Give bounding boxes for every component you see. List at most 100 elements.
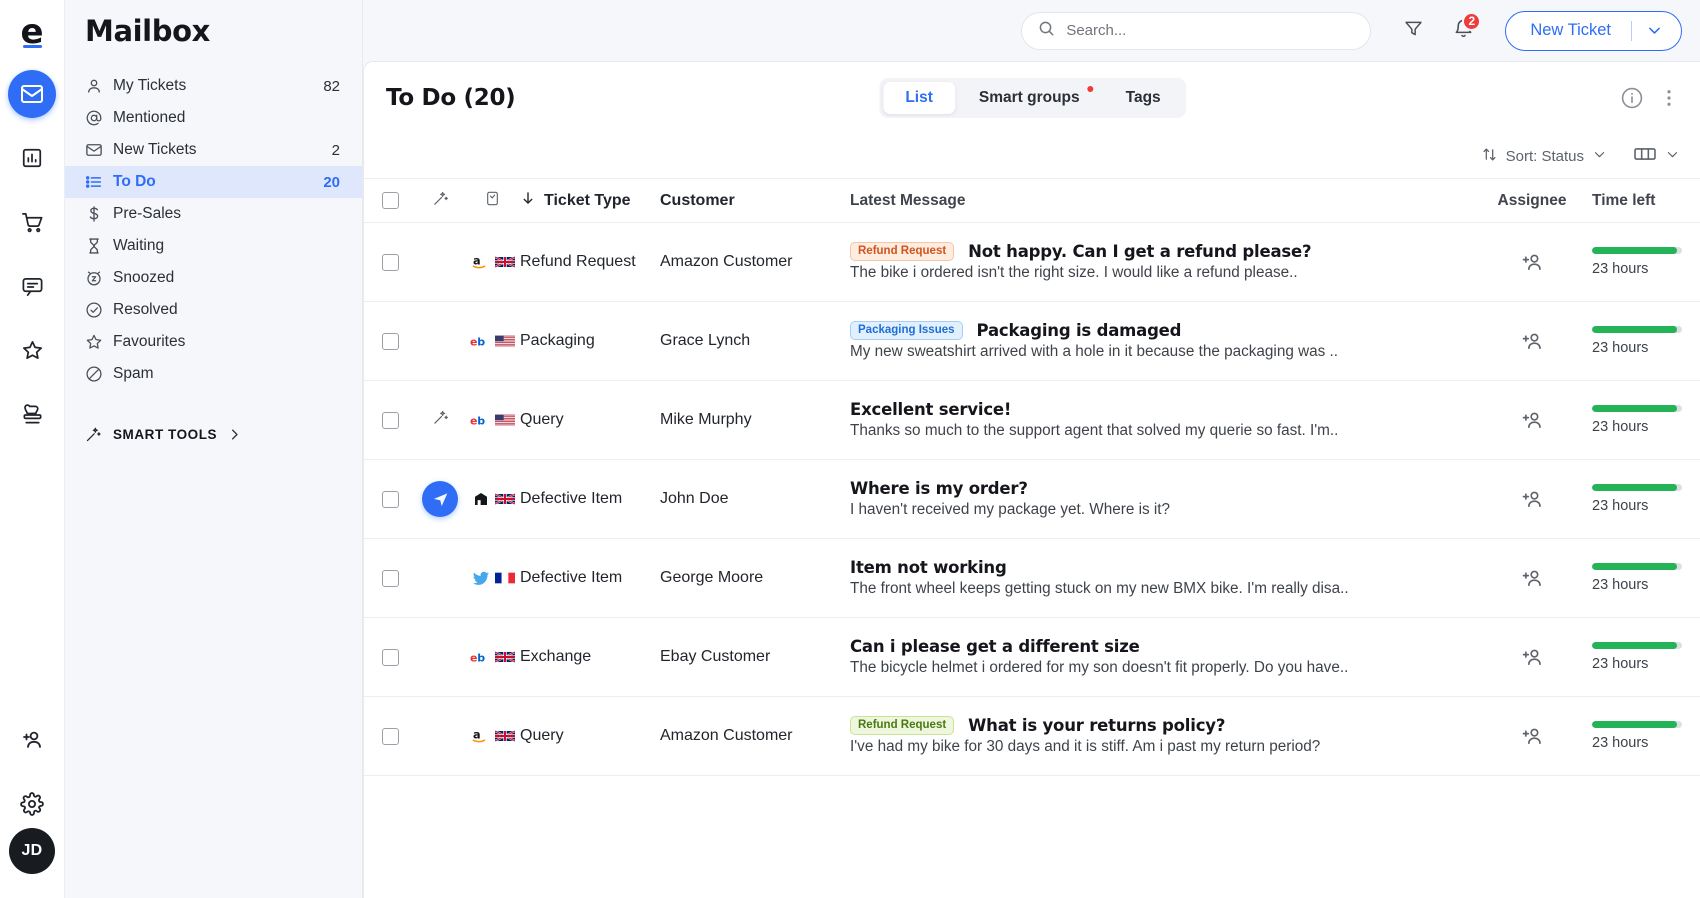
sla-progress: 23 hours bbox=[1592, 563, 1682, 593]
notifications-button[interactable]: 2 bbox=[1443, 11, 1483, 51]
row-assignee-cell bbox=[1472, 409, 1592, 432]
row-subject: Can i please get a different size bbox=[850, 637, 1140, 656]
smart-tools-button[interactable]: SMART TOOLS bbox=[65, 418, 362, 450]
row-checkbox[interactable] bbox=[381, 411, 399, 429]
row-select-cell bbox=[364, 411, 416, 429]
magic-wand-icon[interactable] bbox=[432, 409, 449, 431]
content-panel: To Do (20) List Smart groups Tags Sort: … bbox=[363, 61, 1700, 898]
sla-progress-track bbox=[1592, 642, 1682, 649]
svg-text:b: b bbox=[477, 414, 485, 427]
rail-item-mail[interactable] bbox=[8, 70, 56, 118]
table-row[interactable]: a Query Amazon Customer Refund Request W… bbox=[364, 697, 1700, 776]
row-checkbox[interactable] bbox=[381, 253, 399, 271]
list-toolbar: Sort: Status bbox=[364, 134, 1700, 178]
search-box[interactable] bbox=[1021, 11, 1372, 50]
search-input[interactable] bbox=[1066, 22, 1355, 39]
table-row[interactable]: Defective Item George Moore Item not wor… bbox=[364, 539, 1700, 618]
table-row[interactable]: eb Exchange Ebay Customer Can i please g… bbox=[364, 618, 1700, 697]
row-checkbox[interactable] bbox=[381, 490, 399, 508]
row-action-cell bbox=[416, 409, 464, 431]
time-left-label: 23 hours bbox=[1592, 261, 1649, 277]
assign-user-icon[interactable] bbox=[1521, 646, 1544, 669]
row-checkbox[interactable] bbox=[381, 332, 399, 350]
row-channel-cell: a bbox=[464, 727, 520, 745]
sidebar-item-new-tickets[interactable]: New Tickets 2 bbox=[65, 134, 362, 166]
sidebar-item-spam[interactable]: Spam bbox=[65, 358, 362, 390]
sidebar-item-mentioned[interactable]: Mentioned bbox=[65, 102, 362, 134]
sidebar-item-my-tickets[interactable]: My Tickets 82 bbox=[65, 70, 362, 102]
avatar[interactable]: JD bbox=[9, 828, 55, 874]
rail-item-invite[interactable] bbox=[8, 716, 56, 764]
header-tag-cell bbox=[464, 190, 520, 212]
page-title: Mailbox bbox=[85, 14, 210, 48]
twitter-icon bbox=[470, 569, 492, 587]
header-latest-message[interactable]: Latest Message bbox=[850, 192, 1472, 210]
row-message-head: Where is my order? bbox=[850, 479, 1456, 498]
tab-smart-groups[interactable]: Smart groups bbox=[957, 82, 1102, 114]
header-ticket-type[interactable]: Ticket Type bbox=[520, 190, 660, 211]
table-row[interactable]: eb Query Mike Murphy Excellent service! … bbox=[364, 381, 1700, 460]
sidebar: Mailbox My Tickets 82 Mentioned New Tick… bbox=[65, 0, 363, 898]
select-all-cell bbox=[364, 192, 416, 209]
header-assignee[interactable]: Assignee bbox=[1472, 192, 1592, 210]
sort-arrow-down-icon bbox=[520, 190, 536, 211]
row-message-head: Item not working bbox=[850, 558, 1456, 577]
user-icon bbox=[85, 77, 113, 95]
row-message: Refund Request Not happy. Can I get a re… bbox=[850, 241, 1472, 283]
select-all-checkbox[interactable] bbox=[381, 192, 399, 209]
rail-item-chat[interactable] bbox=[8, 262, 56, 310]
ebay-icon: eb bbox=[470, 332, 492, 350]
row-checkbox[interactable] bbox=[381, 727, 399, 745]
header-time-left[interactable]: Time left bbox=[1592, 192, 1700, 210]
sidebar-item-resolved[interactable]: Resolved bbox=[65, 294, 362, 326]
assign-user-icon[interactable] bbox=[1521, 488, 1544, 511]
chevron-down-icon bbox=[1665, 147, 1680, 166]
envelope-icon bbox=[85, 141, 113, 159]
assign-user-icon[interactable] bbox=[1521, 567, 1544, 590]
tab-list[interactable]: List bbox=[883, 82, 955, 114]
filter-button[interactable] bbox=[1393, 11, 1433, 51]
sla-progress-track bbox=[1592, 326, 1682, 333]
top-bar: 2 New Ticket bbox=[363, 0, 1700, 61]
rail-item-favourites[interactable] bbox=[8, 326, 56, 374]
sidebar-item-pre-sales[interactable]: Pre-Sales bbox=[65, 198, 362, 230]
row-subject: Item not working bbox=[850, 558, 1007, 577]
send-icon[interactable] bbox=[422, 481, 458, 517]
assign-user-icon[interactable] bbox=[1521, 251, 1544, 274]
sidebar-item-snoozed[interactable]: Snoozed bbox=[65, 262, 362, 294]
sidebar-item-favourites[interactable]: Favourites bbox=[65, 326, 362, 358]
assign-user-icon[interactable] bbox=[1521, 725, 1544, 748]
row-checkbox[interactable] bbox=[381, 569, 399, 587]
rail-item-orders[interactable] bbox=[8, 198, 56, 246]
header-customer[interactable]: Customer bbox=[660, 192, 850, 210]
rail-item-templates[interactable] bbox=[8, 390, 56, 438]
more-vertical-icon[interactable] bbox=[1658, 87, 1680, 109]
assign-user-icon[interactable] bbox=[1521, 409, 1544, 432]
tab-tags[interactable]: Tags bbox=[1104, 82, 1183, 114]
new-ticket-button[interactable]: New Ticket bbox=[1505, 10, 1682, 51]
chevron-down-icon[interactable] bbox=[1646, 22, 1675, 39]
rail-item-settings[interactable] bbox=[8, 780, 56, 828]
row-message-head: Excellent service! bbox=[850, 400, 1456, 419]
info-icon[interactable] bbox=[1620, 86, 1644, 110]
check-circle-icon bbox=[85, 301, 113, 319]
flag-us-icon bbox=[494, 334, 515, 348]
assign-user-icon[interactable] bbox=[1521, 330, 1544, 353]
table-row[interactable]: Defective Item John Doe Where is my orde… bbox=[364, 460, 1700, 539]
row-ticket-type: Packaging bbox=[520, 332, 595, 349]
columns-control[interactable] bbox=[1633, 144, 1680, 168]
row-message: Can i please get a different size The bi… bbox=[850, 637, 1472, 677]
status-badge: Packaging Issues bbox=[850, 320, 963, 341]
row-checkbox[interactable] bbox=[381, 648, 399, 666]
table-row[interactable]: a Refund Request Amazon Customer Refund … bbox=[364, 223, 1700, 302]
rail-item-reports[interactable] bbox=[8, 134, 56, 182]
sidebar-nav: My Tickets 82 Mentioned New Tickets 2 To… bbox=[65, 70, 362, 390]
sidebar-item-label: New Tickets bbox=[113, 141, 197, 158]
row-select-cell bbox=[364, 490, 416, 508]
sidebar-item-to-do[interactable]: To Do 20 bbox=[65, 166, 362, 198]
table-row[interactable]: eb Packaging Grace Lynch Packaging Issue… bbox=[364, 302, 1700, 381]
flag-us-icon bbox=[494, 413, 515, 427]
sidebar-item-waiting[interactable]: Waiting bbox=[65, 230, 362, 262]
sort-control[interactable]: Sort: Status bbox=[1481, 146, 1607, 167]
sidebar-item-count: 82 bbox=[323, 77, 340, 95]
